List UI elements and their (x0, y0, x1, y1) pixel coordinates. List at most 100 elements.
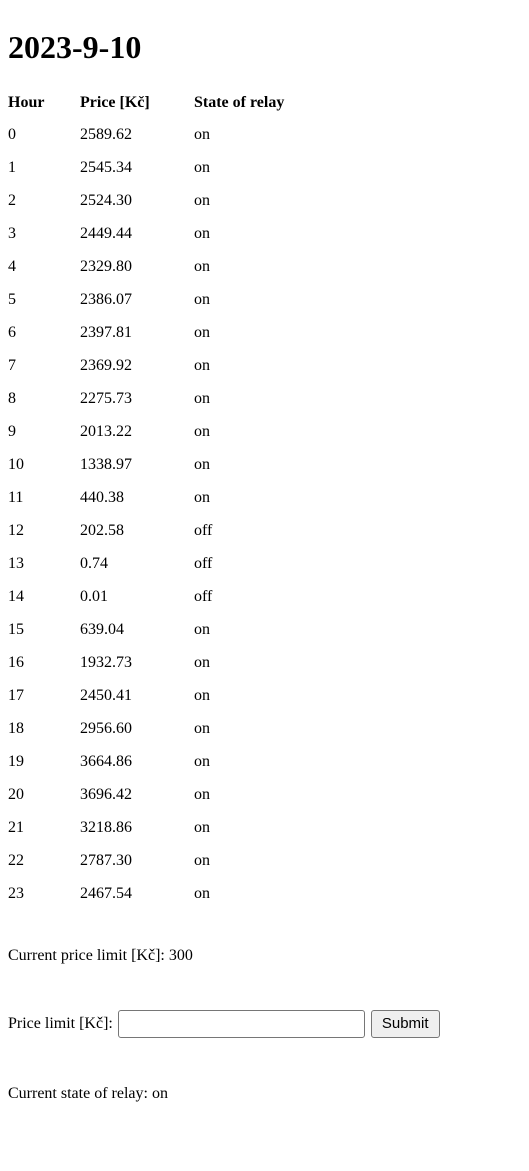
table-header: Hour Price [Kč] State of relay (8, 87, 334, 118)
cell-hour: 3 (8, 224, 16, 242)
cell-hour: 17 (8, 686, 24, 704)
cell-hour: 9 (8, 422, 16, 440)
cell-price: 2386.07 (80, 290, 132, 308)
cell-hour: 4 (8, 257, 16, 275)
submit-button[interactable]: Submit (370, 1009, 440, 1038)
cell-state-of-relay: on (194, 455, 210, 473)
cell-price: 2589.62 (80, 125, 132, 143)
table-row: 13 0.74 off (8, 547, 334, 580)
cell-price: 2787.30 (80, 851, 132, 869)
table-row: 17 2450.41 on (8, 679, 334, 712)
table-row: 0 2589.62 on (8, 118, 334, 151)
cell-price: 0.01 (80, 587, 108, 605)
cell-state-of-relay: on (194, 752, 210, 770)
cell-hour: 1 (8, 158, 16, 176)
table-row: 1 2545.34 on (8, 151, 334, 184)
table-row: 3 2449.44 on (8, 217, 334, 250)
cell-hour: 19 (8, 752, 24, 770)
cell-state-of-relay: on (194, 389, 210, 407)
cell-state-of-relay: on (194, 818, 210, 836)
cell-price: 2369.92 (80, 356, 132, 374)
cell-state-of-relay: on (194, 488, 210, 506)
cell-price: 2329.80 (80, 257, 132, 275)
table-row: 10 1338.97 on (8, 448, 334, 481)
cell-state-of-relay: on (194, 686, 210, 704)
table-row: 14 0.01 off (8, 580, 334, 613)
cell-state-of-relay: on (194, 356, 210, 374)
table-row: 4 2329.80 on (8, 250, 334, 283)
cell-price: 2956.60 (80, 719, 132, 737)
table-row: 23 2467.54 on (8, 877, 334, 910)
cell-price: 2450.41 (80, 686, 132, 704)
table-row: 12 202.58 off (8, 514, 334, 547)
page-title: 2023-9-10 (8, 29, 142, 65)
cell-state-of-relay: on (194, 125, 210, 143)
table-body: 0 2589.62 on 1 2545.34 on 2 2524.30 on 3 2449.44 on… (8, 118, 334, 910)
page-container: 2023-9-10 Hour Price [Kč] State of relay… (0, 0, 529, 1111)
cell-state-of-relay: off (194, 521, 213, 539)
cell-hour: 2 (8, 191, 16, 209)
current-price-limit-text: Current price limit [Kč]: 300 (8, 946, 193, 964)
cell-state-of-relay: on (194, 158, 210, 176)
cell-hour: 6 (8, 323, 16, 341)
table-row: 2 2524.30 on (8, 184, 334, 217)
cell-hour: 16 (8, 653, 24, 671)
cell-price: 2524.30 (80, 191, 132, 209)
cell-state-of-relay: on (194, 257, 210, 275)
table-row: 9 2013.22 on (8, 415, 334, 448)
cell-hour: 21 (8, 818, 24, 836)
cell-hour: 15 (8, 620, 24, 638)
table-row: 7 2369.92 on (8, 349, 334, 382)
cell-price: 2013.22 (80, 422, 132, 440)
cell-price: 3696.42 (80, 785, 132, 803)
cell-hour: 23 (8, 884, 24, 902)
cell-state-of-relay: on (194, 653, 210, 671)
cell-hour: 7 (8, 356, 16, 374)
cell-hour: 20 (8, 785, 24, 803)
table-header-row: Hour Price [Kč] State of relay (8, 87, 334, 118)
spacer-after-table (8, 910, 521, 946)
table-row: 18 2956.60 on (8, 712, 334, 745)
cell-price: 3218.86 (80, 818, 132, 836)
cell-price: 1338.97 (80, 455, 132, 473)
table-row: 16 1932.73 on (8, 646, 334, 679)
cell-hour: 13 (8, 554, 24, 572)
table-row: 6 2397.81 on (8, 316, 334, 349)
cell-state-of-relay: on (194, 191, 210, 209)
table-row: 21 3218.86 on (8, 811, 334, 844)
cell-state-of-relay: off (194, 587, 213, 605)
cell-state-of-relay: on (194, 290, 210, 308)
cell-price: 2467.54 (80, 884, 132, 902)
cell-hour: 11 (8, 488, 24, 506)
cell-price: 2397.81 (80, 323, 132, 341)
column-header-hour: Hour (8, 93, 45, 111)
cell-hour: 8 (8, 389, 16, 407)
table-row: 22 2787.30 on (8, 844, 334, 877)
cell-state-of-relay: on (194, 323, 210, 341)
cell-price: 1932.73 (80, 653, 132, 671)
cell-state-of-relay: on (194, 719, 210, 737)
table-row: 20 3696.42 on (8, 778, 334, 811)
cell-state-of-relay: on (194, 785, 210, 803)
price-limit-form: Price limit [Kč]: Submit (8, 1009, 521, 1039)
cell-hour: 10 (8, 455, 24, 473)
price-limit-input[interactable] (117, 1009, 365, 1038)
cell-price: 2545.34 (80, 158, 132, 176)
column-header-price: Price [Kč] (80, 93, 150, 111)
table-row: 19 3664.86 on (8, 745, 334, 778)
spacer-before-relay-state (8, 1039, 521, 1084)
cell-hour: 14 (8, 587, 24, 605)
cell-state-of-relay: on (194, 620, 210, 638)
price-limit-label: Price limit [Kč]: (8, 1015, 113, 1033)
cell-state-of-relay: on (194, 851, 210, 869)
cell-price: 3664.86 (80, 752, 132, 770)
cell-hour: 5 (8, 290, 16, 308)
cell-state-of-relay: on (194, 884, 210, 902)
spacer-before-form (8, 965, 521, 1009)
table-row: 8 2275.73 on (8, 382, 334, 415)
cell-state-of-relay: on (194, 224, 210, 242)
current-relay-state-text: Current state of relay: on (8, 1084, 168, 1102)
table-row: 11 440.38 on (8, 481, 334, 514)
cell-hour: 12 (8, 521, 24, 539)
cell-price: 2449.44 (80, 224, 132, 242)
